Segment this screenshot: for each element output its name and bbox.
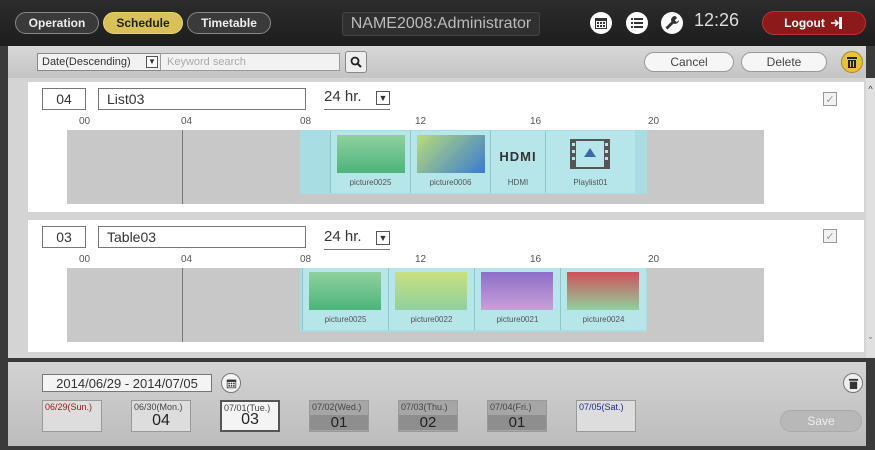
select-checkbox[interactable]: ✓ [823,229,837,243]
picture-thumbnail [481,272,553,310]
hours-select[interactable]: 24 hr. ▼ [324,88,390,110]
hour-label: 12 [415,116,427,127]
hours-value: 24 hr. [324,88,362,105]
schedule-item[interactable]: Playlist01 [545,131,635,193]
hour-label: 12 [415,254,427,265]
day-cell-fri[interactable]: 07/04(Fri.) 01 [487,400,547,432]
delete-button[interactable]: Delete [741,52,827,72]
day-schedule-number: 03 [241,411,259,428]
picture-thumbnail [337,135,405,173]
schedule-item[interactable]: picture0024 [560,268,646,330]
hour-label: 20 [648,254,660,265]
day-cell-wed[interactable]: 07/02(Wed.) 01 [309,400,369,432]
schedule-item[interactable]: picture0025 [330,131,410,193]
timeline-divider [182,130,183,204]
picture-thumbnail [567,272,639,310]
list-icon[interactable] [626,12,648,34]
item-label: picture0022 [410,315,453,324]
day-label: 07/02(Wed.) [312,402,362,412]
hour-label: 08 [300,116,312,127]
search-input[interactable]: Keyword search [160,53,340,71]
trash-icon[interactable] [841,51,863,73]
search-button[interactable] [345,51,367,73]
scroll-down-icon[interactable]: ˇ [866,336,875,346]
item-label: picture0025 [324,315,367,324]
hour-label: 16 [530,254,542,265]
sort-value: Date(Descending) [42,56,131,68]
picture-thumbnail [309,272,381,310]
hour-label: 04 [181,254,193,265]
schedule-number: 04 [42,88,86,110]
item-label: picture0006 [429,178,472,187]
schedule-item[interactable]: picture0022 [388,268,474,330]
day-schedule-number: 01 [310,415,368,430]
hours-select[interactable]: 24 hr. ▼ [324,228,390,250]
day-label: 06/30(Mon.) [134,402,183,412]
schedule-item[interactable]: picture0021 [474,268,560,330]
day-cell-sat[interactable]: 07/05(Sat.) [576,400,636,432]
search-icon [350,56,362,68]
logout-icon [830,17,842,29]
cancel-button[interactable]: Cancel [644,52,734,72]
hours-value: 24 hr. [324,228,362,245]
schedule-item[interactable]: HDMI HDMI [490,131,545,193]
timeline-divider [182,268,183,342]
tab-timetable[interactable]: Timetable [187,12,271,34]
hour-label: 00 [79,116,91,127]
wrench-icon[interactable] [661,12,683,34]
hdmi-icon: HDMI [499,149,537,164]
tab-schedule[interactable]: Schedule [103,12,183,34]
calendar-icon[interactable] [221,373,241,393]
day-cell-tue[interactable]: 07/01(Tue.) 03 [220,400,280,432]
save-button[interactable]: Save [780,410,862,432]
picture-thumbnail [417,135,485,173]
vertical-scrollbar[interactable]: ^ ˇ [866,78,875,358]
day-cell-mon[interactable]: 06/30(Mon.) 04 [131,400,191,432]
logout-button[interactable]: Logout [762,11,866,35]
picture-thumbnail [395,272,467,310]
day-schedule-number: 01 [488,415,546,430]
hour-label: 08 [300,254,312,265]
logout-label: Logout [784,16,825,30]
calendar-icon[interactable] [590,12,612,34]
scroll-up-icon[interactable]: ^ [866,84,875,94]
clock: 12:26 [694,10,740,30]
day-label: 07/03(Thu.) [401,402,448,412]
item-label: HDMI [507,178,529,187]
item-label: Playlist01 [573,178,608,187]
schedule-item[interactable]: picture0025 [302,268,388,330]
item-label: picture0021 [496,315,539,324]
day-label: 06/29(Sun.) [45,402,93,412]
item-label: picture0025 [349,178,392,187]
chevron-down-icon: ▼ [146,56,158,68]
day-label: 07/04(Fri.) [490,402,532,412]
playlist-icon [570,139,610,169]
trash-icon[interactable] [843,373,863,393]
day-label: 07/05(Sat.) [579,402,624,412]
day-cell-thu[interactable]: 07/03(Thu.) 02 [398,400,458,432]
schedule-item[interactable]: picture0006 [410,131,490,193]
sort-select[interactable]: Date(Descending) ▼ [37,53,161,71]
date-range: 2014/06/29 - 2014/07/05 [42,374,212,392]
schedule-number: 03 [42,226,86,248]
day-schedule-number: 02 [399,415,457,430]
select-checkbox[interactable]: ✓ [823,92,837,106]
hour-label: 00 [79,254,91,265]
tab-operation[interactable]: Operation [15,12,99,34]
page-title: NAME2008:Administrator [342,12,540,36]
hour-label: 20 [648,116,660,127]
hour-label: 16 [530,116,542,127]
day-cell-sun[interactable]: 06/29(Sun.) [42,400,102,432]
item-label: picture0024 [582,315,625,324]
day-schedule-number: 04 [152,412,170,429]
hour-label: 04 [181,116,193,127]
chevron-down-icon: ▼ [376,231,390,245]
schedule-name-field[interactable]: Table03 [98,226,306,248]
chevron-down-icon: ▼ [376,91,390,105]
schedule-name-field[interactable]: List03 [98,88,306,110]
